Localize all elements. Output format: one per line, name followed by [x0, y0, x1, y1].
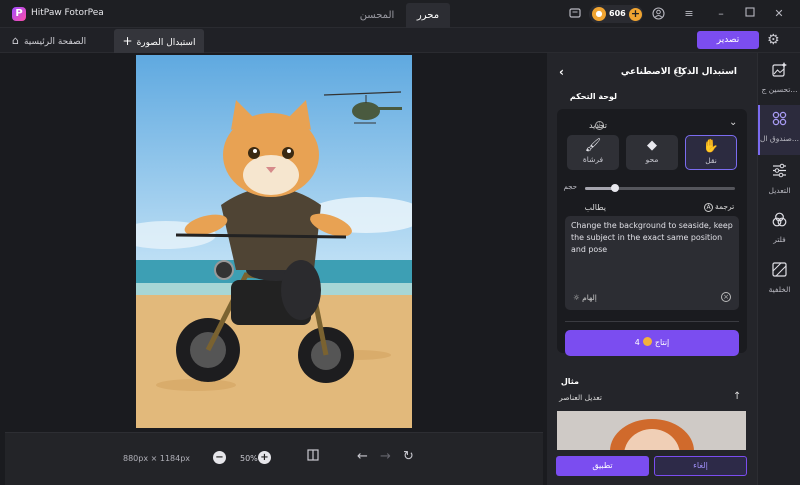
move-tool-button[interactable]: ✋ نقل	[685, 135, 737, 170]
sidebar-item-background[interactable]: الخلفية	[758, 256, 800, 306]
tools-sidebar: تحسين ج... صندوق ال... التعديل فلتر الخل…	[757, 53, 800, 485]
zoom-level: 50%	[240, 454, 258, 463]
ai-replace-panel: ‹ i استبدال الذكاء الاصطناعي لوحة التحكم…	[547, 53, 757, 485]
background-icon	[758, 262, 800, 281]
app-logo-icon: P	[12, 7, 26, 21]
chevron-left-icon[interactable]: ‹	[559, 65, 564, 79]
example-image[interactable]	[557, 411, 746, 453]
coin-icon	[642, 337, 652, 346]
canvas-toolbar: 880px × 1184px − 50% + ← → ↻	[5, 432, 543, 485]
panel-actions: تطبيق إلغاء	[547, 450, 757, 485]
lightbulb-icon: ☼	[573, 293, 580, 302]
export-button[interactable]: تصدير	[697, 31, 759, 49]
tab-enhancer[interactable]: المحسن	[354, 3, 400, 28]
canvas-area[interactable]	[0, 53, 543, 432]
app-name: HitPaw FotorPea	[31, 8, 104, 18]
tab-editor[interactable]: محرر	[406, 3, 450, 28]
erase-tool-button[interactable]: ◆ محو	[626, 135, 678, 170]
brush-size-slider[interactable]	[585, 184, 735, 192]
generate-button[interactable]: 4 إنتاج	[565, 330, 739, 356]
eraser-icon: ◆	[647, 138, 657, 153]
toolbox-icon	[758, 111, 800, 130]
zoom-in-button[interactable]: +	[258, 451, 271, 464]
credit-count: 606	[609, 9, 626, 18]
panel-title: استبدال الذكاء الاصطناعي	[620, 67, 737, 77]
cancel-button[interactable]: إلغاء	[654, 456, 747, 476]
sliders-icon	[758, 163, 800, 182]
close-icon[interactable]: ✕	[772, 7, 786, 21]
examples-label: مثال	[560, 377, 579, 386]
plus-icon: +	[122, 34, 133, 48]
dashboard-label: لوحة التحكم	[569, 92, 617, 101]
sidebar-item-toolbox[interactable]: صندوق ال...	[758, 105, 800, 155]
coin-icon: ●	[592, 7, 606, 21]
selection-label: تحديد	[588, 121, 607, 130]
sidebar-item-label: فلتر	[773, 235, 786, 244]
brush-icon: 🖌	[584, 138, 602, 153]
gear-icon[interactable]: ⚙	[767, 33, 781, 47]
home-label: الصفحة الرئيسية	[23, 37, 87, 47]
divider	[565, 321, 739, 322]
translate-icon: A	[704, 203, 713, 212]
move-tool-label: نقل	[705, 156, 717, 165]
sidebar-item-adjust[interactable]: التعديل	[758, 157, 800, 207]
chevron-down-icon[interactable]: ⌄	[729, 117, 737, 128]
home-button[interactable]: ⌂ الصفحة الرئيسية	[12, 32, 86, 50]
inspire-button[interactable]: ☼ إلهام	[573, 293, 597, 302]
chat-icon[interactable]	[568, 7, 582, 21]
reset-icon[interactable]: ↻	[403, 449, 414, 464]
redo-icon[interactable]: →	[380, 449, 391, 464]
add-credits-button[interactable]: +	[629, 8, 642, 21]
user-icon[interactable]	[651, 7, 665, 21]
zoom-out-button[interactable]: −	[213, 451, 226, 464]
edited-photo[interactable]	[136, 55, 412, 428]
control-box: ⌄ i تحديد ✋ نقل ◆ محو 🖌 فرشاة حجم يطالب …	[557, 109, 747, 356]
sidebar-item-label: صندوق ال...	[759, 134, 800, 143]
menu-icon[interactable]: ≡	[682, 7, 696, 21]
edit-elements-label: تعديل العناصر	[559, 393, 602, 402]
sidebar-item-label: التعديل	[768, 186, 791, 195]
compare-icon[interactable]	[307, 449, 319, 465]
translate-label: ترجمة	[715, 202, 735, 211]
sparkle-image-icon	[758, 62, 800, 81]
filter-icon	[758, 212, 800, 231]
apply-button[interactable]: تطبيق	[556, 456, 649, 476]
brush-tool-button[interactable]: 🖌 فرشاة	[567, 135, 619, 170]
prompt-label: يطالب	[584, 203, 606, 212]
title-bar: P HitPaw FotorPea محرر المحسن ● 606 + ≡ …	[0, 0, 800, 28]
image-dimensions: 880px × 1184px	[123, 454, 191, 463]
tab-image-replace[interactable]: + استبدال الصورة	[114, 29, 204, 53]
undo-icon[interactable]: ←	[357, 449, 368, 464]
document-tab-bar: ⌂ الصفحة الرئيسية + استبدال الصورة تصدير ⚙	[0, 28, 800, 53]
tab-image-replace-label: استبدال الصورة	[136, 38, 196, 48]
minimize-icon[interactable]: –	[714, 7, 728, 21]
arrow-up-icon[interactable]: ↑	[733, 391, 741, 402]
home-icon: ⌂	[12, 34, 19, 47]
sidebar-item-filter[interactable]: فلتر	[758, 206, 800, 256]
generate-label: إنتاج	[654, 338, 670, 347]
size-label: حجم	[563, 183, 577, 191]
sidebar-item-label: تحسين ج...	[761, 85, 798, 94]
sidebar-item-label: الخلفية	[768, 285, 791, 294]
hand-icon: ✋	[702, 139, 720, 154]
clear-icon[interactable]: ×	[721, 292, 731, 302]
maximize-icon[interactable]	[743, 7, 757, 21]
sidebar-item-ai-enhance[interactable]: تحسين ج...	[758, 56, 800, 106]
translate-toggle[interactable]: A ترجمة	[704, 202, 734, 212]
prompt-textarea[interactable]: Change the background to seaside, keep t…	[565, 216, 739, 310]
slider-handle[interactable]	[611, 184, 619, 192]
brush-tool-label: فرشاة	[582, 155, 604, 164]
prompt-text[interactable]: Change the background to seaside, keep t…	[571, 220, 736, 256]
generate-cost: 4	[634, 338, 640, 347]
erase-tool-label: محو	[645, 155, 659, 164]
inspire-label: إلهام	[582, 293, 597, 302]
